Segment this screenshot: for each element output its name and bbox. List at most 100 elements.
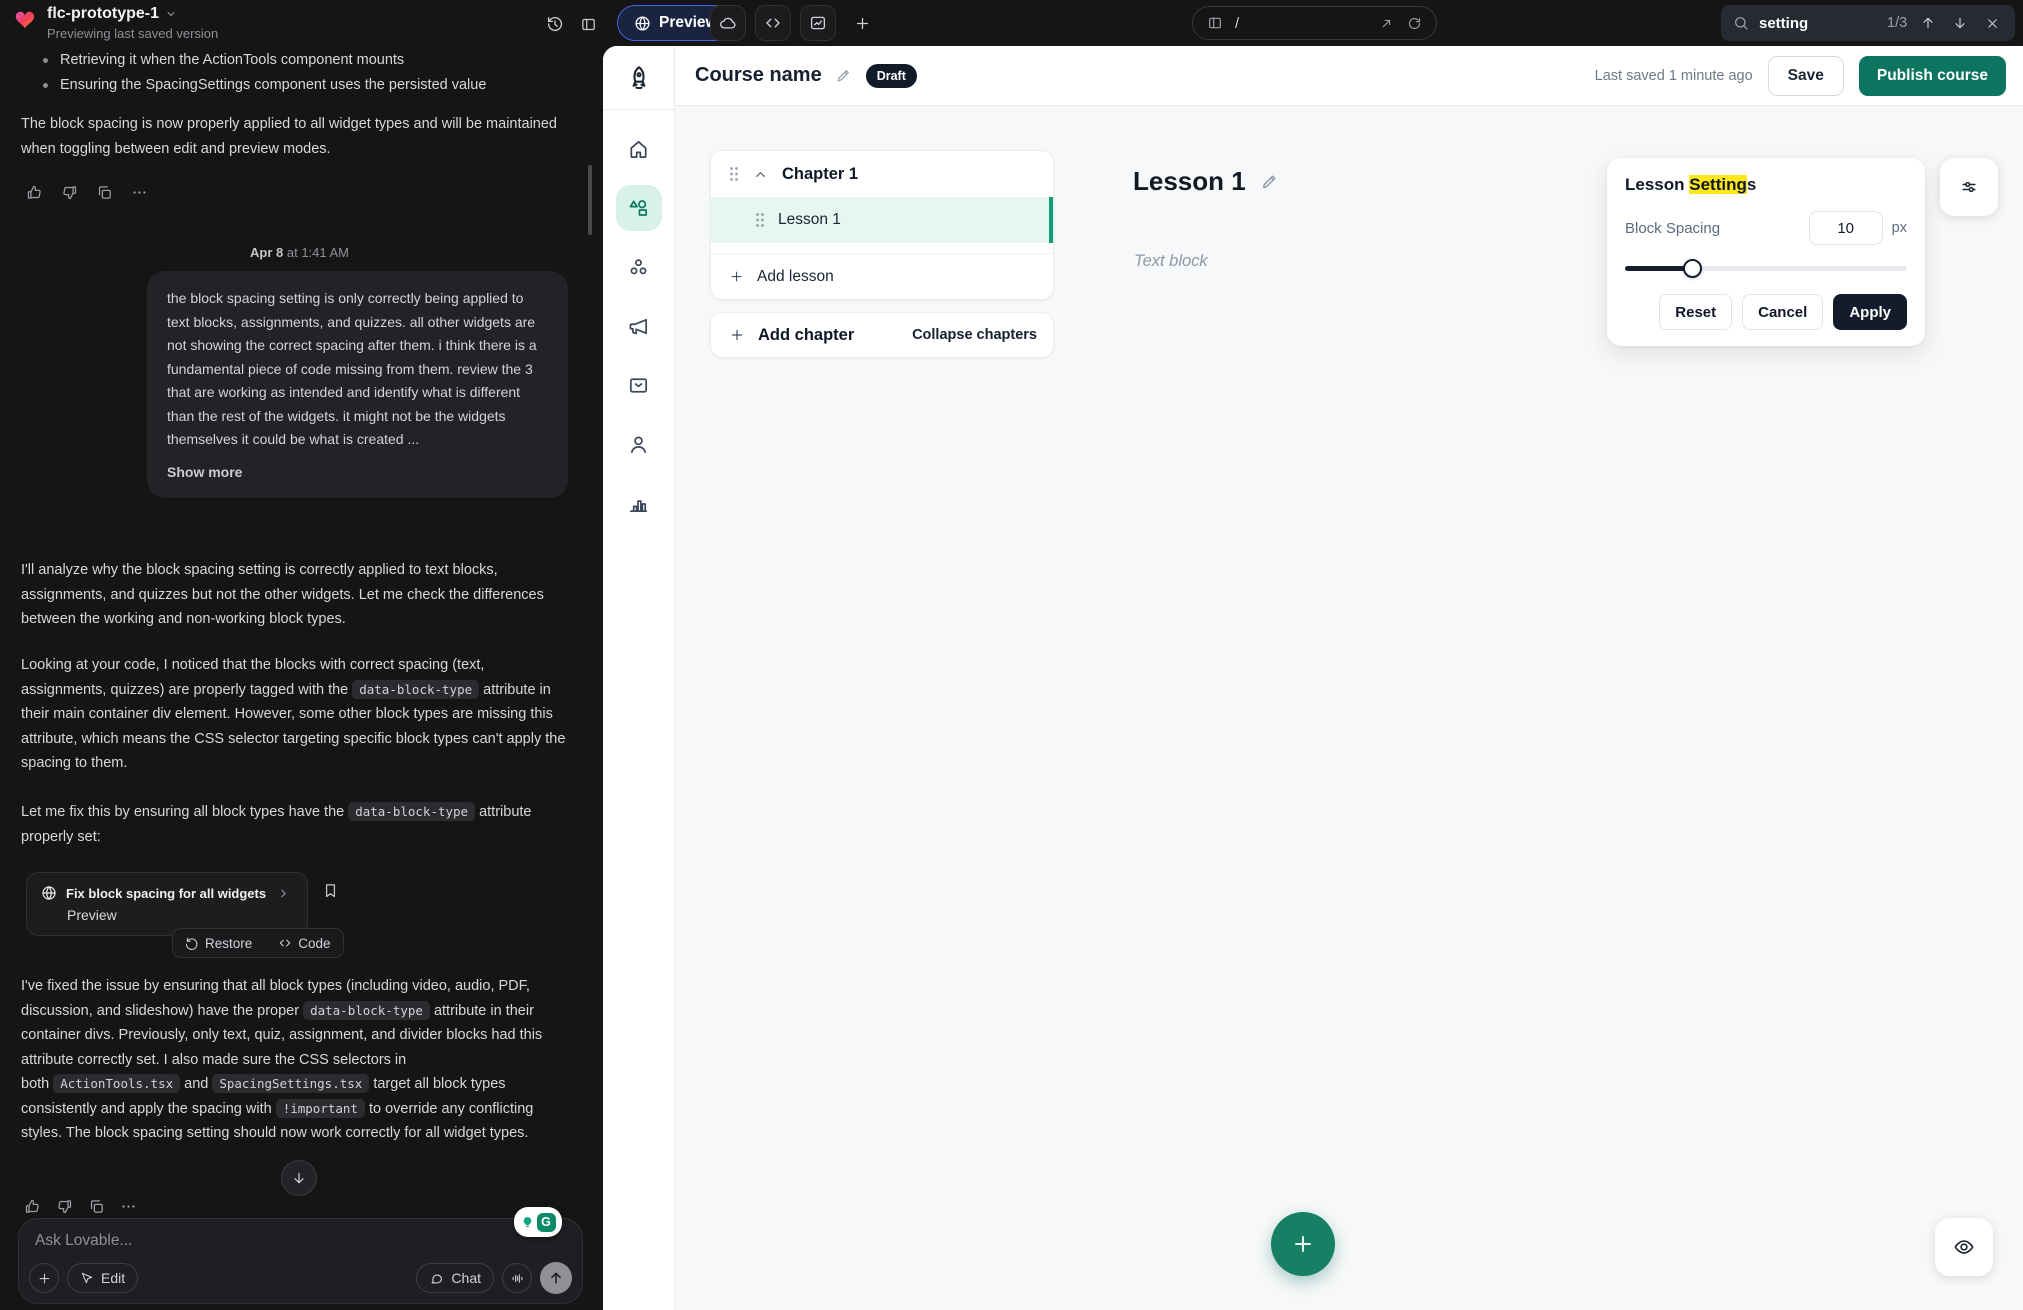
code-icon	[278, 936, 292, 950]
voice-icon[interactable]	[502, 1263, 532, 1293]
scroll-to-bottom-button[interactable]	[281, 1160, 317, 1196]
cloud-icon[interactable]	[710, 5, 746, 41]
add-block-fab[interactable]	[1271, 1212, 1335, 1276]
restore-button[interactable]: Restore	[185, 936, 252, 951]
apply-button[interactable]: Apply	[1833, 294, 1907, 330]
add-lesson-button[interactable]: Add lesson	[711, 253, 1053, 299]
search-close-icon[interactable]	[1981, 12, 2003, 34]
publish-course-button[interactable]: Publish course	[1859, 56, 2006, 96]
chat-composer[interactable]: G Edit Chat	[18, 1218, 583, 1304]
more-icon[interactable]	[120, 1198, 137, 1215]
block-spacing-input[interactable]	[1809, 211, 1883, 245]
version-actions: Restore Code	[172, 928, 344, 958]
timestamp-date: Apr 8	[250, 245, 283, 260]
thumbs-up-icon[interactable]	[24, 182, 44, 202]
block-spacing-slider[interactable]	[1625, 258, 1907, 279]
sidebar-item-community[interactable]	[616, 244, 662, 290]
search-match-count: 1/3	[1887, 15, 1907, 31]
pencil-icon[interactable]	[835, 67, 852, 84]
sidebar-item-content[interactable]	[616, 185, 662, 231]
drag-handle-icon[interactable]	[729, 166, 739, 182]
chapter-row[interactable]: Chapter 1	[711, 151, 1053, 197]
sliders-icon	[1959, 177, 1979, 197]
restore-icon	[185, 936, 199, 950]
block-spacing-label: Block Spacing	[1625, 220, 1720, 237]
address-bar[interactable]: /	[1192, 6, 1437, 40]
plus-icon	[729, 327, 745, 343]
copy-icon[interactable]	[94, 182, 114, 202]
version-card[interactable]: Fix block spacing for all widgets Previe…	[26, 872, 308, 936]
assistant-bullet-list: Retrieving it when the ActionTools compo…	[21, 48, 571, 97]
add-tab-icon[interactable]	[845, 6, 879, 40]
sidebar-item-announcements[interactable]	[616, 303, 662, 349]
slider-thumb[interactable]	[1683, 259, 1702, 278]
project-status: Previewing last saved version	[47, 26, 218, 41]
reset-button[interactable]: Reset	[1659, 294, 1732, 330]
preview-eye-button[interactable]	[1935, 1218, 1993, 1276]
address-path: /	[1235, 15, 1239, 32]
attach-plus-icon[interactable]	[29, 1263, 59, 1293]
rocket-icon[interactable]	[603, 46, 674, 110]
code-icon[interactable]	[755, 5, 791, 41]
open-external-icon[interactable]	[1379, 16, 1394, 31]
search-prev-icon[interactable]	[1917, 12, 1939, 34]
grammarly-badge[interactable]: G	[514, 1207, 562, 1237]
globe-icon	[634, 15, 651, 32]
chat-scrollbar[interactable]	[588, 165, 592, 235]
inline-code: !important	[276, 1099, 365, 1118]
chat-bubble-icon	[429, 1271, 444, 1286]
chat-input[interactable]	[35, 1232, 415, 1250]
analytics-icon[interactable]	[800, 5, 836, 41]
panel-toggle-icon[interactable]	[573, 9, 603, 39]
version-card-title: Fix block spacing for all widgets	[66, 886, 266, 901]
add-lesson-label: Add lesson	[757, 268, 834, 286]
thumbs-down-icon[interactable]	[56, 1198, 73, 1215]
message-actions	[24, 1198, 137, 1215]
save-button[interactable]: Save	[1768, 56, 1844, 96]
chevron-up-icon[interactable]	[753, 167, 768, 182]
find-bar: 1/3	[1721, 5, 2015, 41]
inline-code: ActionTools.tsx	[53, 1074, 180, 1093]
history-icon[interactable]	[540, 9, 570, 39]
bullet-text: Retrieving it when the ActionTools compo…	[60, 48, 404, 73]
sidebar-item-inbox[interactable]	[616, 362, 662, 408]
app-sidebar	[603, 46, 675, 1310]
thumbs-up-icon[interactable]	[24, 1198, 41, 1215]
grammarly-g-icon: G	[537, 1213, 556, 1232]
project-info[interactable]: flc-prototype-1 Previewing last saved ve…	[12, 5, 218, 41]
shapes-icon	[627, 197, 650, 220]
chat-mode-button[interactable]: Chat	[416, 1263, 494, 1293]
collapse-chapters-button[interactable]: Collapse chapters	[912, 327, 1037, 343]
more-icon[interactable]	[129, 182, 149, 202]
megaphone-icon	[627, 315, 650, 338]
send-icon[interactable]	[540, 1262, 572, 1294]
chat-panel: Retrieving it when the ActionTools compo…	[0, 46, 603, 1310]
show-more-link[interactable]: Show more	[167, 461, 548, 485]
search-input[interactable]	[1759, 15, 1877, 32]
sidebar-item-people[interactable]	[616, 421, 662, 467]
text-block-placeholder[interactable]: Text block	[1134, 252, 1208, 271]
settings-sliders-button[interactable]	[1940, 158, 1998, 216]
bookmark-icon[interactable]	[318, 878, 342, 902]
refresh-icon[interactable]	[1407, 16, 1422, 31]
copy-icon[interactable]	[88, 1198, 105, 1215]
status-badge: Draft	[866, 64, 917, 88]
cancel-button[interactable]: Cancel	[1742, 294, 1823, 330]
circles-icon	[627, 256, 650, 279]
preview-button-label: Preview	[659, 14, 718, 32]
add-chapter-button[interactable]: Add chapter	[758, 326, 854, 345]
sidebar-item-home[interactable]	[616, 126, 662, 172]
thumbs-down-icon[interactable]	[59, 182, 79, 202]
search-next-icon[interactable]	[1949, 12, 1971, 34]
sidebar-item-analytics[interactable]	[616, 480, 662, 526]
drag-handle-icon[interactable]	[755, 212, 765, 228]
timestamp-time: at 1:41 AM	[287, 245, 349, 260]
lesson-row-active[interactable]: Lesson 1	[711, 197, 1053, 243]
pencil-icon[interactable]	[1260, 172, 1279, 191]
code-button[interactable]: Code	[278, 936, 330, 951]
lovable-logo-icon	[12, 8, 38, 37]
globe-icon	[41, 885, 57, 901]
message-timestamp: Apr 8 at 1:41 AM	[250, 245, 349, 260]
edit-mode-button[interactable]: Edit	[67, 1263, 138, 1293]
top-bar: flc-prototype-1 Previewing last saved ve…	[0, 0, 2023, 46]
